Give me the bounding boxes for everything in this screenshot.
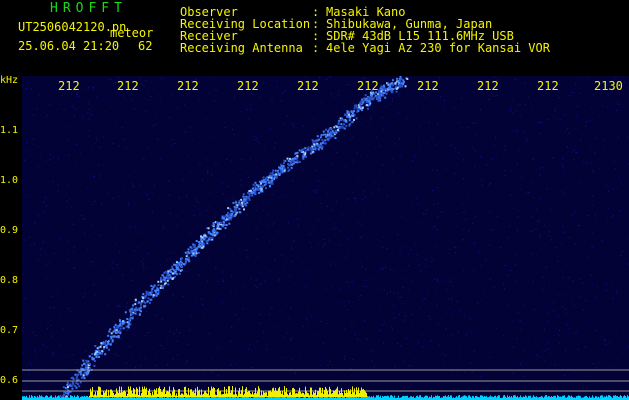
- antenna-value: 4ele Yagi Az 230 for Kansai VOR: [326, 41, 550, 55]
- hrofft-window: HROFFT UT2506042120.pn meteor 25.06.04 2…: [0, 0, 629, 400]
- y-tick: 0.9: [0, 225, 19, 236]
- antenna-label: Receiving Antenna: [180, 41, 303, 55]
- x-tick: 212: [537, 79, 559, 93]
- spectrogram-plot: [22, 75, 629, 400]
- amplitude-strip: [22, 386, 629, 400]
- x-tick: 2130: [594, 79, 623, 93]
- app-title: HROFFT: [50, 1, 127, 16]
- y-tick: 1.0: [0, 175, 19, 186]
- y-tick: 0.8: [0, 275, 19, 286]
- x-tick: 212: [357, 79, 379, 93]
- date-time: 25.06.04 21:20: [18, 39, 120, 53]
- meteor-trace: [59, 75, 409, 400]
- file-mode: meteor: [110, 26, 154, 40]
- spectrogram-canvas: [22, 75, 629, 400]
- x-tick: 212: [117, 79, 139, 93]
- antenna-sep: :: [312, 41, 320, 55]
- x-tick: 212: [417, 79, 439, 93]
- x-tick: 212: [477, 79, 499, 93]
- x-tick: 212: [177, 79, 199, 93]
- event-count: 62: [138, 39, 153, 53]
- y-tick: 0.7: [0, 325, 19, 336]
- y-tick: 1.1: [0, 125, 19, 136]
- x-tick: 212: [237, 79, 259, 93]
- x-tick: 212: [297, 79, 319, 93]
- y-unit-label: kHz: [0, 75, 19, 86]
- y-tick: 0.6: [0, 375, 19, 386]
- x-tick: 212: [58, 79, 80, 93]
